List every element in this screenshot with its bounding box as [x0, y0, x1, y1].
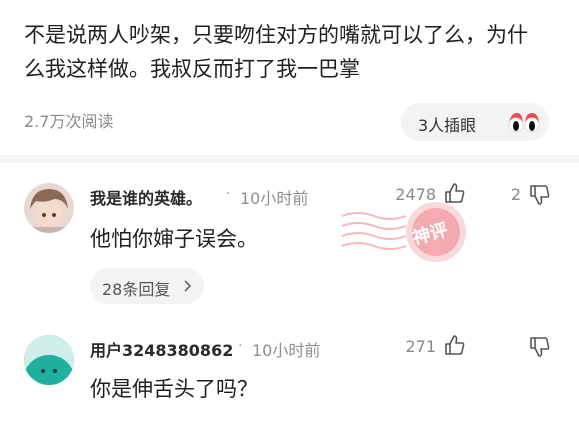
post-title: 不是说两人吵架，只要吻住对方的嘴就可以了么，为什么我这样做。我叔反而打了我一巴掌: [24, 23, 528, 81]
avatar-image: [24, 183, 74, 233]
dislike-count: 2: [510, 185, 521, 204]
read-count: 2.7万次阅读: [24, 112, 114, 131]
avatar-image: [24, 335, 74, 385]
section-divider: [0, 155, 579, 163]
thumbs-down-icon[interactable]: [529, 336, 551, 358]
stamp-graphic: [341, 202, 466, 262]
comment-item: 用户3248380862 · 10小时前 271 你是伸舌头了吗？: [0, 313, 579, 421]
thumbs-up-icon[interactable]: [444, 334, 466, 356]
chevron-right-icon: [184, 280, 192, 292]
avatar[interactable]: [24, 183, 74, 233]
eyes-icon: [508, 113, 540, 133]
comment-item: 我是谁的英雄。 · 10小时前 2478 2 他怕你婶子误会。 28条回复: [0, 163, 579, 313]
meta-separator: ·: [238, 338, 243, 354]
comment-body: 他怕你婶子误会。: [90, 227, 258, 251]
comment-time: 10小时前: [240, 189, 309, 208]
plug-eye-label: 3人插眼: [418, 116, 477, 135]
commenter-name[interactable]: 用户3248380862: [90, 337, 233, 361]
thumbs-down-icon[interactable]: [529, 184, 551, 206]
meta-separator: ·: [226, 186, 231, 202]
avatar[interactable]: [24, 335, 74, 385]
hot-comment-stamp: 神评: [340, 196, 480, 276]
replies-label: 28条回复: [102, 280, 171, 299]
comment-body: 你是伸舌头了吗？: [90, 377, 258, 401]
comment-time: 10小时前: [252, 341, 321, 360]
plug-eye-button[interactable]: 3人插眼: [401, 103, 549, 141]
replies-button[interactable]: 28条回复: [90, 268, 204, 304]
commenter-name[interactable]: 我是谁的英雄。: [90, 185, 202, 209]
like-count: 271: [405, 337, 436, 356]
